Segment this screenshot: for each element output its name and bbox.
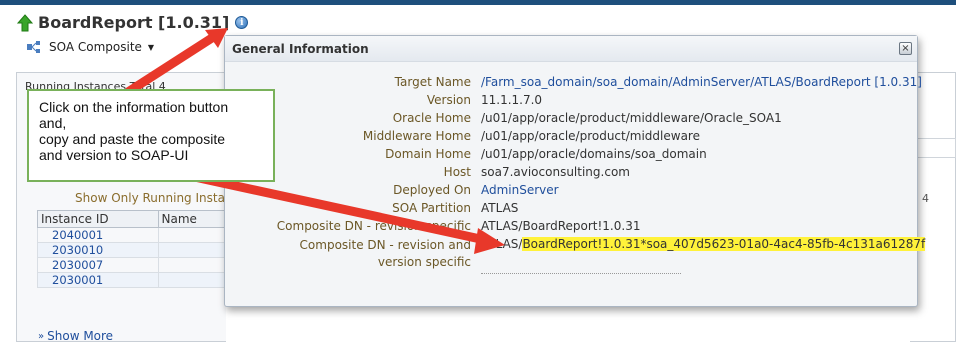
- popup-header: General Information ×: [225, 36, 917, 62]
- field-label: Middleware Home: [362, 129, 471, 143]
- instance-id-link[interactable]: 2030007: [37, 257, 159, 273]
- page-title: BoardReport [1.0.31]: [38, 13, 230, 32]
- double-chevron-right-icon: »: [38, 330, 45, 342]
- callout-line: copy and paste the composite: [39, 131, 226, 147]
- field-value: /u01/app/oracle/product/middleware: [481, 129, 700, 143]
- field-label: SOA Partition: [392, 201, 471, 215]
- instance-name-cell: [157, 227, 228, 243]
- callout-line: and,: [39, 115, 67, 131]
- instance-id-link[interactable]: 2040001: [37, 227, 159, 243]
- right-panel-box: [912, 138, 956, 158]
- field-value: ATLAS/BoardReport!1.0.31: [481, 219, 641, 233]
- instance-count: 4: [922, 192, 929, 205]
- instances-table: Instance ID Name 2040001 2030010 2030007…: [37, 210, 228, 288]
- top-brand-bar: [0, 0, 956, 5]
- field-label: Deployed On: [393, 183, 471, 197]
- composite-dn-prefix: ATLAS/: [481, 237, 523, 251]
- column-header-name[interactable]: Name: [157, 210, 228, 228]
- general-information-popup: General Information × Target Name /Farm_…: [224, 35, 926, 307]
- field-label: Oracle Home: [392, 111, 471, 125]
- instance-name-cell: [157, 242, 228, 258]
- divider: [481, 273, 681, 275]
- show-more-link[interactable]: » Show More: [38, 329, 113, 342]
- show-more-label: Show More: [47, 329, 114, 342]
- field-label: Version: [426, 93, 471, 107]
- target-name-link[interactable]: /Farm_soa_domain/soa_domain/AdminServer/…: [481, 75, 922, 89]
- table-row[interactable]: 2030007: [37, 257, 228, 273]
- callout-line: and version to SOAP-UI: [39, 147, 189, 163]
- table-row[interactable]: 2030001: [37, 272, 228, 288]
- instruction-callout: Click on the information button and, cop…: [27, 89, 275, 182]
- soa-composite-label: SOA Composite: [49, 40, 142, 54]
- chevron-down-icon: ▼: [147, 42, 155, 52]
- composite-icon: [27, 41, 40, 53]
- instance-id-link[interactable]: 2030010: [37, 242, 159, 258]
- field-value: 11.1.1.7.0: [481, 93, 543, 107]
- field-label: Domain Home: [385, 147, 471, 161]
- field-value: soa7.avioconsulting.com: [481, 165, 630, 179]
- table-row[interactable]: 2040001: [37, 227, 228, 243]
- callout-line: Click on the information button: [39, 99, 229, 115]
- instance-name-cell: [157, 257, 228, 273]
- instance-name-cell: [157, 272, 228, 288]
- table-row[interactable]: 2030010: [37, 242, 228, 258]
- composite-dn-value[interactable]: ATLAS/BoardReport!1.0.31*soa_407d5623-01…: [481, 237, 926, 251]
- close-button[interactable]: ×: [899, 42, 912, 55]
- field-label: Target Name: [394, 75, 471, 89]
- field-label: Host: [443, 165, 471, 179]
- field-label: Composite DN - revision specific: [276, 219, 471, 233]
- page-header: BoardReport [1.0.31] i: [16, 13, 249, 32]
- field-value: /u01/app/oracle/domains/soa_domain: [481, 147, 707, 161]
- column-header-instance-id[interactable]: Instance ID: [37, 210, 159, 228]
- instance-id-link[interactable]: 2030001: [37, 272, 159, 288]
- popup-title: General Information: [232, 42, 369, 56]
- field-value: /u01/app/oracle/product/middleware/Oracl…: [481, 111, 782, 125]
- field-value: ATLAS: [481, 201, 519, 215]
- up-arrow-icon[interactable]: [16, 13, 34, 32]
- info-icon[interactable]: i: [235, 16, 249, 29]
- composite-dn-highlight: BoardReport!1.0.31*soa_407d5623-01a0-4ac…: [522, 237, 926, 251]
- field-label: Composite DN - revision and version spec…: [299, 238, 471, 269]
- deployed-on-link[interactable]: AdminServer: [481, 183, 559, 197]
- soa-composite-menu[interactable]: SOA Composite ▼: [27, 40, 154, 54]
